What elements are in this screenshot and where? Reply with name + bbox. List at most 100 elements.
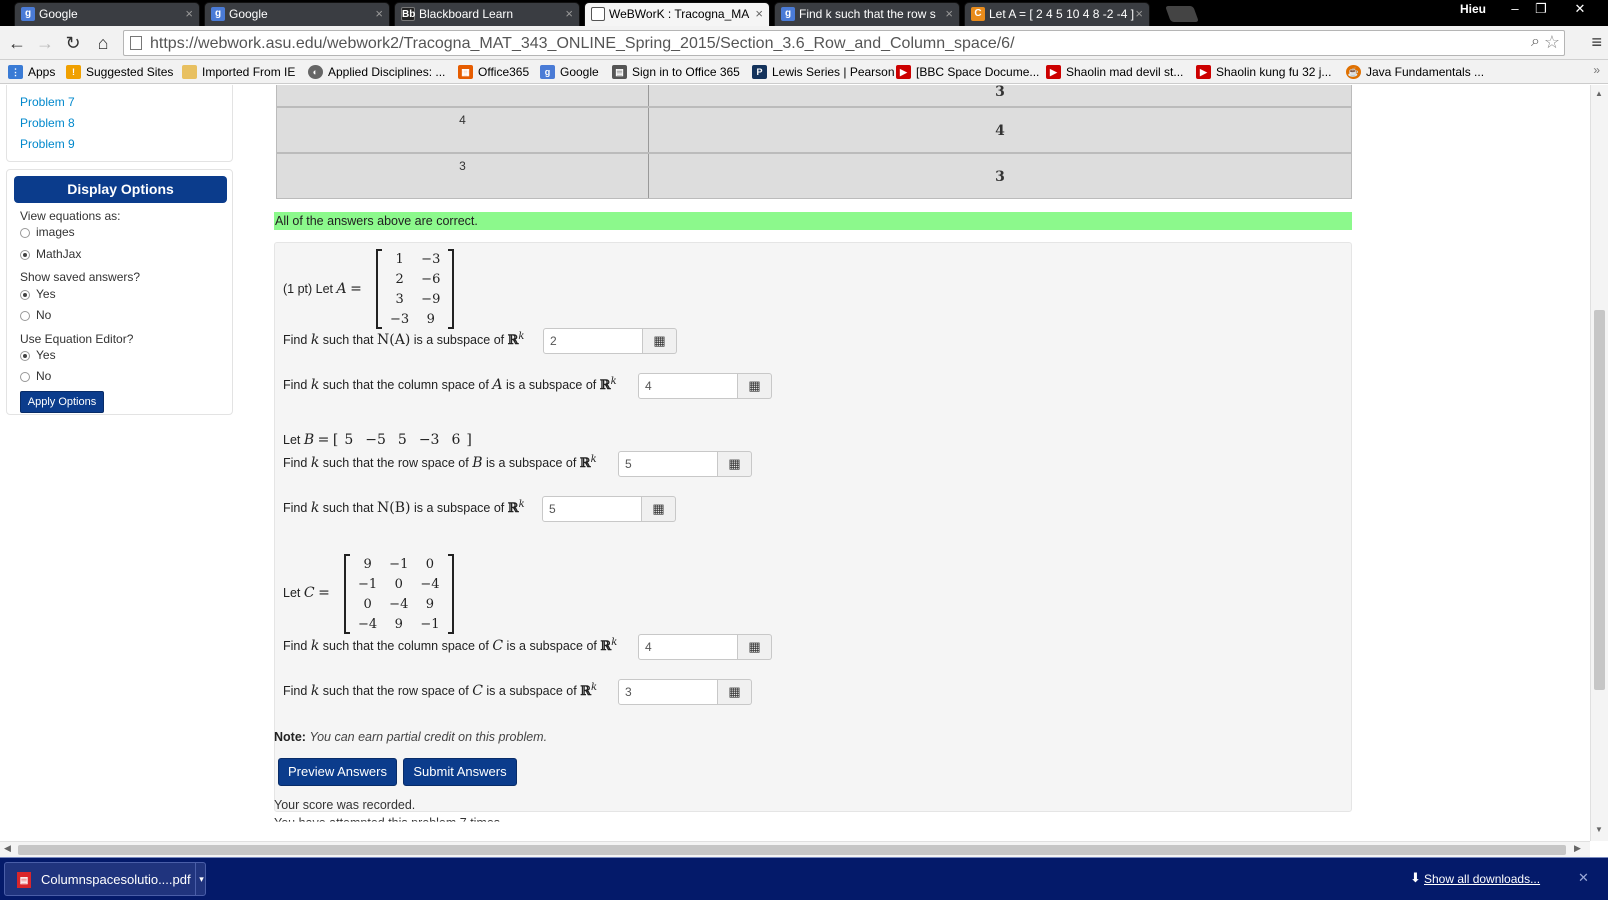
- tab-close-icon[interactable]: ×: [945, 3, 953, 25]
- vector-entry: −3: [418, 432, 440, 448]
- tab-find-k[interactable]: g Find k such that the row s ×: [774, 2, 960, 26]
- radio-button-checked[interactable]: [20, 290, 30, 300]
- problem-link-7[interactable]: Problem 7: [20, 95, 75, 109]
- problem-link-9[interactable]: Problem 9: [20, 137, 75, 151]
- google-favicon-icon: g: [211, 7, 225, 21]
- bookmark-shaolin-kung-fu[interactable]: ▶ Shaolin kung fu 32 j...: [1196, 62, 1331, 82]
- radio-equations-images[interactable]: images: [20, 225, 75, 239]
- problem-link-8[interactable]: Problem 8: [20, 116, 75, 130]
- answer-input-2[interactable]: 4: [638, 373, 738, 399]
- horizontal-scrollbar[interactable]: ◀ ▶: [0, 841, 1590, 857]
- minimize-button[interactable]: –: [1502, 0, 1528, 20]
- tab-blackboard[interactable]: Bb Blackboard Learn ×: [394, 2, 580, 26]
- radio-equations-mathjax[interactable]: MathJax: [20, 247, 81, 261]
- tab-google-1[interactable]: g Google ×: [14, 2, 200, 26]
- answer-input-4[interactable]: 5: [542, 496, 642, 522]
- bookmark-google[interactable]: g Google: [540, 62, 599, 82]
- reload-icon[interactable]: ↻: [62, 33, 84, 55]
- matrix-a: 1 −3 2 −6 3 −9 −3 9: [376, 249, 455, 329]
- bookmark-apps[interactable]: ⋮ Apps: [8, 62, 55, 82]
- matrix-cell: 3: [395, 291, 404, 307]
- radio-button[interactable]: [20, 372, 30, 382]
- radio-editor-yes[interactable]: Yes: [20, 348, 56, 362]
- radio-saved-yes[interactable]: Yes: [20, 287, 56, 301]
- close-download-shelf-icon[interactable]: ✕: [1578, 870, 1589, 886]
- k-superscript: k: [591, 682, 598, 693]
- answer-input-5[interactable]: 4: [638, 634, 738, 660]
- scrollbar-thumb[interactable]: [1594, 310, 1605, 690]
- answer-input-1[interactable]: 2: [543, 328, 643, 354]
- vertical-scrollbar[interactable]: ▲ ▼: [1590, 85, 1608, 841]
- download-filename[interactable]: Columnspacesolutio....pdf: [41, 872, 191, 887]
- equals-sign: =: [317, 432, 330, 448]
- url-text[interactable]: https://webwork.asu.edu/webwork2/Tracogn…: [150, 35, 1015, 53]
- equation-editor-button[interactable]: ▦: [738, 634, 772, 660]
- bookmark-shaolin-mad-devil[interactable]: ▶ Shaolin mad devil st...: [1046, 62, 1183, 82]
- tab-close-icon[interactable]: ×: [755, 3, 763, 25]
- matrix-cell: 9: [394, 616, 403, 632]
- bookmark-star-icon[interactable]: ☆: [1544, 32, 1560, 53]
- search-icon[interactable]: ⌕: [1531, 33, 1540, 51]
- radio-button-checked[interactable]: [20, 250, 30, 260]
- bookmark-java-fundamentals[interactable]: ☕ Java Fundamentals ...: [1346, 62, 1484, 82]
- matrix-cell: 0: [425, 556, 435, 572]
- tab-close-icon[interactable]: ×: [375, 3, 383, 25]
- address-bar[interactable]: https://webwork.asu.edu/webwork2/Tracogn…: [123, 30, 1565, 56]
- bookmark-label: Applied Disciplines: ...: [328, 65, 446, 79]
- equation-editor-button[interactable]: ▦: [718, 451, 752, 477]
- applied-disciplines-icon: ◐: [308, 65, 323, 79]
- equation-editor-button[interactable]: ▦: [643, 328, 677, 354]
- tab-close-icon[interactable]: ×: [185, 3, 193, 25]
- tab-webwork[interactable]: WeBWorK : Tracogna_MA ×: [584, 2, 770, 26]
- apply-options-button[interactable]: Apply Options: [20, 391, 104, 413]
- matrix-b-name: B: [303, 432, 315, 448]
- radio-button-checked[interactable]: [20, 351, 30, 361]
- new-tab-button[interactable]: [1165, 6, 1199, 22]
- scroll-left-arrow-icon[interactable]: ◀: [4, 843, 11, 854]
- radio-button[interactable]: [20, 228, 30, 238]
- show-all-downloads-link[interactable]: Show all downloads...: [1424, 872, 1540, 886]
- download-item[interactable]: ▤ Columnspacesolutio....pdf ▾: [4, 862, 206, 896]
- bookmark-applied-disciplines[interactable]: ◐ Applied Disciplines: ...: [308, 62, 445, 82]
- radio-saved-no[interactable]: No: [20, 308, 51, 322]
- scroll-right-arrow-icon[interactable]: ▶: [1574, 843, 1581, 854]
- restore-button[interactable]: ❐: [1528, 0, 1554, 20]
- bookmark-lewis-pearson[interactable]: P Lewis Series | Pearson: [752, 62, 895, 82]
- scrollbar-thumb[interactable]: [18, 845, 1566, 855]
- submit-answers-button[interactable]: Submit Answers: [403, 758, 517, 786]
- radio-editor-no[interactable]: No: [20, 369, 51, 383]
- tab-google-2[interactable]: g Google ×: [204, 2, 390, 26]
- scroll-up-arrow-icon[interactable]: ▲: [1595, 89, 1603, 98]
- close-window-button[interactable]: ✕: [1562, 0, 1598, 20]
- home-icon[interactable]: ⌂: [92, 33, 114, 55]
- question-subject: C: [492, 638, 504, 655]
- equation-editor-button[interactable]: ▦: [738, 373, 772, 399]
- tab-let-a[interactable]: C Let A = [ 2 4 5 10 4 8 -2 -4 ] ×: [964, 2, 1150, 26]
- k-variable: k: [310, 638, 320, 655]
- bookmark-label: Google: [560, 65, 599, 79]
- bookmark-label: Sign in to Office 365: [632, 65, 740, 79]
- tab-close-icon[interactable]: ×: [565, 3, 573, 25]
- menu-icon[interactable]: ≡: [1591, 32, 1602, 53]
- preview-answers-button[interactable]: Preview Answers: [278, 758, 397, 786]
- profile-name[interactable]: Hieu: [1460, 2, 1486, 16]
- tab-close-icon[interactable]: ×: [1135, 3, 1143, 25]
- forward-arrow-icon[interactable]: →: [34, 33, 56, 55]
- radio-label: images: [36, 225, 75, 239]
- answer-input-3[interactable]: 5: [618, 451, 718, 477]
- bracket-right: [448, 249, 455, 329]
- bookmark-imported-from-ie[interactable]: Imported From IE: [182, 62, 295, 82]
- bookmark-bbc-space[interactable]: ▶ [BBC Space Docume...: [896, 62, 1039, 82]
- equation-editor-button[interactable]: ▦: [718, 679, 752, 705]
- question-1: Find k such that N(A) is a subspace of ℝ…: [283, 331, 524, 348]
- bookmark-suggested-sites[interactable]: ! Suggested Sites: [66, 62, 173, 82]
- chevron-down-icon[interactable]: ▾: [195, 863, 207, 895]
- radio-button[interactable]: [20, 311, 30, 321]
- back-arrow-icon[interactable]: ←: [6, 33, 28, 55]
- answer-input-6[interactable]: 3: [618, 679, 718, 705]
- scroll-down-arrow-icon[interactable]: ▼: [1595, 825, 1603, 834]
- more-bookmarks-chevron-icon[interactable]: »: [1593, 63, 1600, 77]
- equation-editor-button[interactable]: ▦: [642, 496, 676, 522]
- bookmark-sign-in-office365[interactable]: ▤ Sign in to Office 365: [612, 62, 740, 82]
- bookmark-office365[interactable]: ▦ Office365: [458, 62, 529, 82]
